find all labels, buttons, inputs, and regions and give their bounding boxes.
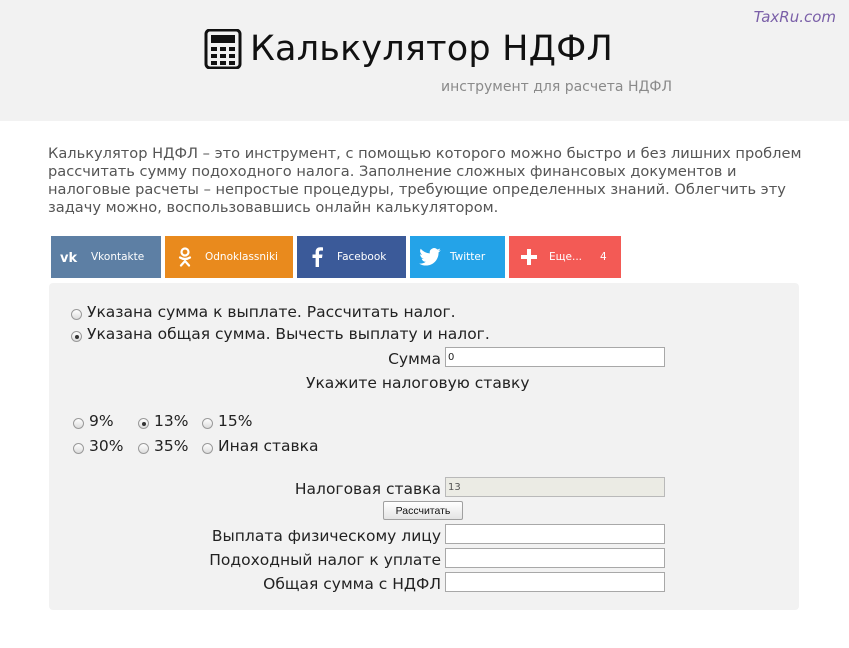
rate-label-9: 9% xyxy=(89,412,114,430)
share-more-button[interactable]: Еще... 4 xyxy=(509,236,621,278)
share-vkontakte-label: Vkontakte xyxy=(91,251,145,263)
tax-label: Подоходный налог к уплате xyxy=(209,551,441,569)
calculate-button[interactable]: Рассчитать xyxy=(383,501,463,520)
total-label: Общая сумма с НДФЛ xyxy=(263,575,441,593)
share-facebook-button[interactable]: Facebook xyxy=(297,236,406,278)
share-count: 4 xyxy=(600,251,607,263)
share-odnoklassniki-button[interactable]: Odnoklassniki xyxy=(165,236,293,278)
share-odnoklassniki-label: Odnoklassniki xyxy=(205,251,278,263)
tax-input[interactable] xyxy=(445,548,665,568)
share-twitter-label: Twitter xyxy=(450,251,486,263)
total-input[interactable] xyxy=(445,572,665,592)
share-more-label: Еще... xyxy=(549,251,582,263)
mode-label-payout: Указана сумма к выплате. Рассчитать нало… xyxy=(87,303,456,321)
rate-radio-9[interactable] xyxy=(73,418,84,429)
mode-label-total: Указана общая сумма. Вычесть выплату и н… xyxy=(87,325,490,343)
rate-label-other: Иная ставка xyxy=(218,437,319,455)
share-vkontakte-button[interactable]: vk Vkontakte xyxy=(51,236,161,278)
payout-label: Выплата физическому лицу xyxy=(211,527,441,545)
rate-label-35: 35% xyxy=(154,437,189,455)
mode-radio-total[interactable] xyxy=(71,331,82,342)
rate-radio-15[interactable] xyxy=(202,418,213,429)
rate-radio-30[interactable] xyxy=(73,443,84,454)
intro-text: Калькулятор НДФЛ – это инструмент, с пом… xyxy=(48,145,802,216)
svg-text:vk: vk xyxy=(60,251,77,264)
calculator-icon xyxy=(204,29,242,69)
brand-logo[interactable]: TaxRu.com xyxy=(754,8,836,26)
share-facebook-label: Facebook xyxy=(337,251,387,263)
rate-radio-13[interactable] xyxy=(138,418,149,429)
title-block: Калькулятор НДФЛ xyxy=(204,26,613,72)
rate-label-30: 30% xyxy=(89,437,124,455)
rate-label-13: 13% xyxy=(154,412,189,430)
page-title: Калькулятор НДФЛ xyxy=(250,29,614,69)
rate-label-15: 15% xyxy=(218,412,253,430)
facebook-icon xyxy=(297,247,337,267)
rate-field-input xyxy=(445,477,665,497)
plus-icon xyxy=(509,249,549,265)
odnoklassniki-icon xyxy=(165,247,205,267)
mode-radio-payout[interactable] xyxy=(71,309,82,320)
share-twitter-button[interactable]: Twitter xyxy=(410,236,505,278)
rate-field-label: Налоговая ставка xyxy=(294,480,441,498)
vk-icon: vk xyxy=(51,250,91,264)
rate-heading: Укажите налоговую ставку xyxy=(306,374,530,392)
rate-radio-35[interactable] xyxy=(138,443,149,454)
twitter-icon xyxy=(410,248,450,266)
rate-radio-other[interactable] xyxy=(202,443,213,454)
page-header: TaxRu.com Калькулятор НДФЛ инструмент дл… xyxy=(0,0,849,121)
page-subtitle: инструмент для расчета НДФЛ xyxy=(441,79,672,95)
sum-label: Сумма xyxy=(388,350,441,368)
payout-input[interactable] xyxy=(445,524,665,544)
sum-input[interactable] xyxy=(445,347,665,367)
